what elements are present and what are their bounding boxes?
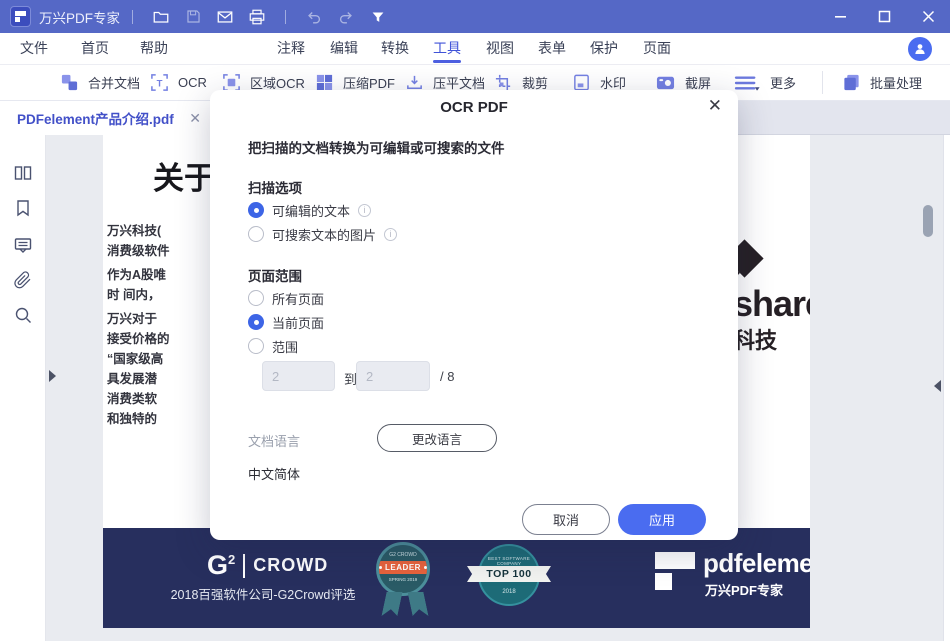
vertical-scrollbar-thumb[interactable]	[923, 205, 933, 237]
document-tab[interactable]: PDFelement产品介绍.pdf ✕	[0, 101, 213, 135]
tab-close-icon[interactable]: ✕	[189, 110, 201, 127]
merge-docs-icon	[60, 73, 79, 92]
more-hamburger-icon	[733, 73, 761, 93]
page-title: 关于	[153, 153, 215, 198]
radio-unselected-icon[interactable]	[248, 338, 264, 354]
app-title: 万兴PDF专家	[39, 7, 120, 27]
batch-process-icon	[842, 73, 861, 92]
radio-unselected-icon[interactable]	[248, 226, 264, 242]
radio-current-page[interactable]: 当前页面	[248, 313, 324, 331]
dialog-title: OCR PDF	[210, 99, 738, 116]
titlebar-divider	[285, 10, 286, 24]
pdfelement-icon	[655, 552, 695, 592]
minimize-icon	[834, 10, 847, 23]
print-icon[interactable]	[244, 5, 270, 29]
app-logo-icon	[10, 6, 31, 27]
menu-convert[interactable]: 转换	[381, 33, 409, 64]
apply-button[interactable]: 应用	[618, 504, 706, 535]
thumbnails-panel-icon[interactable]	[13, 163, 33, 183]
comments-panel-icon[interactable]	[13, 235, 33, 255]
save-icon[interactable]	[180, 5, 206, 29]
menu-comment[interactable]: 注释	[277, 33, 305, 64]
page-body-text: 万兴科技( 消费级软件 作为A股唯 时 间内， 万兴对于 接受价格的 “国家级高…	[107, 221, 211, 429]
page-range-heading: 页面范围	[248, 265, 302, 285]
left-panel-toggle-icon[interactable]	[49, 370, 56, 382]
titlebar: 万兴PDF专家	[0, 0, 950, 33]
menu-edit[interactable]: 编辑	[330, 33, 358, 64]
person-icon	[913, 42, 927, 56]
dialog-subtitle: 把扫描的文档转换为可编辑或可搜索的文件	[248, 137, 505, 157]
close-icon	[922, 10, 935, 23]
right-panel-edge	[943, 135, 950, 641]
radio-searchable-image[interactable]: 可搜索文本的图片 i	[248, 225, 397, 243]
top100-badge: BEST SOFTWARE COMPANY 2018 TOP 100	[467, 544, 551, 614]
current-language-value: 中文简体	[248, 464, 300, 483]
account-button[interactable]	[908, 37, 932, 61]
undo-icon[interactable]	[301, 5, 327, 29]
more-tools-button[interactable]: 更多	[733, 65, 796, 100]
range-to-input[interactable]	[356, 361, 430, 391]
open-file-icon[interactable]	[148, 5, 174, 29]
menu-help[interactable]: 帮助	[140, 33, 168, 64]
document-tab-label: PDFelement产品介绍.pdf	[17, 108, 174, 128]
radio-page-range[interactable]: 范围	[248, 337, 298, 355]
customize-toolbar-icon[interactable]	[365, 5, 391, 29]
scan-options-heading: 扫描选项	[248, 177, 302, 197]
maximize-button[interactable]	[862, 0, 906, 33]
ocr-button[interactable]: T OCR	[150, 65, 207, 100]
leader-badge: G2 CROWD LEADER SPRING 2019	[375, 542, 433, 622]
g2crowd-caption: 2018百强软件公司-G2Crowd评选	[143, 584, 383, 603]
menu-page[interactable]: 页面	[643, 33, 671, 64]
close-button[interactable]	[906, 0, 950, 33]
email-icon[interactable]	[212, 5, 238, 29]
bookmarks-panel-icon[interactable]	[13, 198, 33, 218]
radio-selected-icon[interactable]	[248, 202, 264, 218]
minimize-button[interactable]	[818, 0, 862, 33]
app-window: 万兴PDF专家	[0, 0, 950, 641]
range-from-input[interactable]	[262, 361, 335, 391]
ocr-pdf-dialog: OCR PDF ✕ 把扫描的文档转换为可编辑或可搜索的文件 扫描选项 可编辑的文…	[210, 90, 738, 540]
maximize-icon	[878, 10, 891, 23]
radio-all-pages[interactable]: 所有页面	[248, 289, 324, 307]
page-footer-band: G2 CROWD 2018百强软件公司-G2Crowd评选 G2 CROWD L…	[103, 528, 810, 628]
batch-process-button[interactable]: 批量处理	[842, 65, 922, 100]
dialog-close-icon[interactable]: ✕	[708, 96, 722, 116]
menubar: 文件 首页 帮助 注释 编辑 转换 工具 视图 表单 保护 页面	[0, 33, 950, 65]
menu-home[interactable]: 首页	[81, 33, 109, 64]
search-panel-icon[interactable]	[13, 305, 33, 325]
menu-view[interactable]: 视图	[486, 33, 514, 64]
wondershare-wordmark: share	[733, 283, 810, 325]
right-panel-toggle-icon[interactable]	[934, 380, 941, 392]
pdfelement-slogan: 秒会的全能PDF编辑神器	[678, 626, 810, 628]
radio-editable-text[interactable]: 可编辑的文本 i	[248, 201, 371, 219]
menu-file[interactable]: 文件	[20, 33, 48, 64]
info-icon[interactable]: i	[358, 204, 371, 217]
radio-selected-icon[interactable]	[248, 314, 264, 330]
titlebar-divider	[132, 10, 133, 24]
info-icon[interactable]: i	[384, 228, 397, 241]
wondershare-cn-text: 科技	[733, 323, 777, 355]
left-sidebar	[0, 135, 46, 641]
merge-docs-button[interactable]: 合并文档	[60, 65, 140, 100]
redo-icon[interactable]	[333, 5, 359, 29]
svg-text:T: T	[157, 78, 163, 89]
menu-protect[interactable]: 保护	[590, 33, 618, 64]
attachments-panel-icon[interactable]	[13, 270, 33, 290]
document-language-label: 文档语言	[248, 431, 300, 450]
change-language-button[interactable]: 更改语言	[377, 424, 497, 452]
ocr-icon: T	[150, 73, 169, 92]
menu-form[interactable]: 表单	[538, 33, 566, 64]
radio-unselected-icon[interactable]	[248, 290, 264, 306]
window-controls	[818, 0, 950, 33]
range-total-label: / 8	[440, 369, 454, 384]
cancel-button[interactable]: 取消	[522, 504, 610, 535]
g2crowd-logo: G2 CROWD	[207, 550, 328, 581]
menu-tools[interactable]: 工具	[433, 33, 461, 64]
toolbar-divider	[822, 71, 823, 94]
